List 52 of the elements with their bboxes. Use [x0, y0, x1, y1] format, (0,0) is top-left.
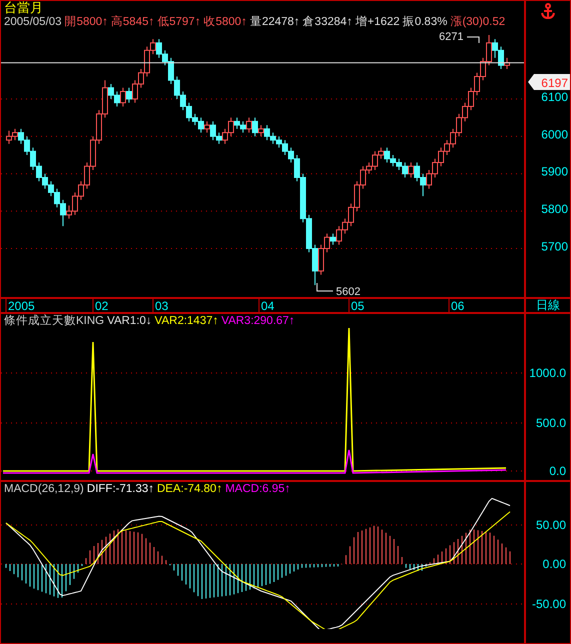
axis-label: 03 — [155, 299, 168, 312]
indicator-value: VAR3:290.67↑ — [221, 314, 295, 328]
quote-value: 量22478↑ — [250, 15, 300, 29]
axis-label: 5700 — [541, 240, 568, 254]
candlestick — [204, 120, 210, 134]
axis-label: 1000.0 — [529, 366, 566, 380]
indicator-title: 條件成立天數KING — [4, 314, 104, 328]
axis-label: 06 — [451, 299, 464, 312]
macd-value: DEA:-74.80↑ — [157, 482, 222, 496]
axis-label: 2005 — [8, 299, 35, 312]
candlestick — [330, 233, 336, 246]
axis-label: -50.00 — [532, 597, 566, 611]
ref-line-label: 6197 — [541, 76, 568, 90]
axis-label: 0.00 — [542, 557, 566, 571]
axis-label: 5900 — [541, 164, 568, 179]
macd-value: MACD:6.95↑ — [225, 482, 290, 496]
quote-value: 開5800↑ — [64, 15, 108, 29]
candlestick — [408, 162, 414, 178]
candlestick — [252, 117, 258, 137]
axis-label: 0.0 — [549, 464, 566, 478]
axis-label: 05 — [351, 299, 364, 312]
candlestick — [258, 124, 264, 137]
quote-value: 倉33284↑ — [302, 15, 352, 29]
period-label[interactable]: 日線 — [526, 299, 570, 312]
price-tag: 6197 — [528, 74, 570, 90]
indicator-value: VAR2:1437↑ — [154, 314, 218, 328]
candlestick — [126, 87, 132, 104]
anchor-icon[interactable] — [541, 3, 555, 19]
axis-label: 50.00 — [536, 518, 566, 532]
quote-value: 收5800↑ — [204, 15, 247, 29]
chart-title: 台當月 — [3, 1, 44, 15]
low-label: 5602 — [336, 286, 360, 297]
axis-label: 04 — [261, 299, 274, 312]
leader-line — [466, 36, 480, 44]
date-label: 2005/05/03 — [4, 15, 62, 29]
axis-label: 500.0 — [536, 416, 566, 430]
quote-value: 高5845↑ — [110, 15, 154, 29]
axis-label: 5800 — [541, 202, 568, 216]
axis-label: 02 — [95, 299, 108, 312]
candlestick — [246, 117, 252, 134]
indicator-value: VAR1:0↓ — [107, 314, 152, 328]
high-label: 6271 — [439, 31, 464, 43]
axis-label: 6000 — [541, 127, 568, 142]
macd-title: MACD(26,12,9) — [4, 482, 84, 496]
axis-label: 6100 — [541, 90, 568, 104]
candlestick — [120, 87, 126, 107]
quote-value: 振0.83% — [402, 15, 448, 29]
leader-line — [316, 282, 334, 292]
quote-value: 低5797↑ — [157, 15, 201, 29]
quote-value: 漲(30)0.52 — [450, 15, 506, 29]
quote-value: 增+1622 — [355, 15, 400, 29]
macd-value: DIFF:-71.33↑ — [86, 482, 154, 496]
